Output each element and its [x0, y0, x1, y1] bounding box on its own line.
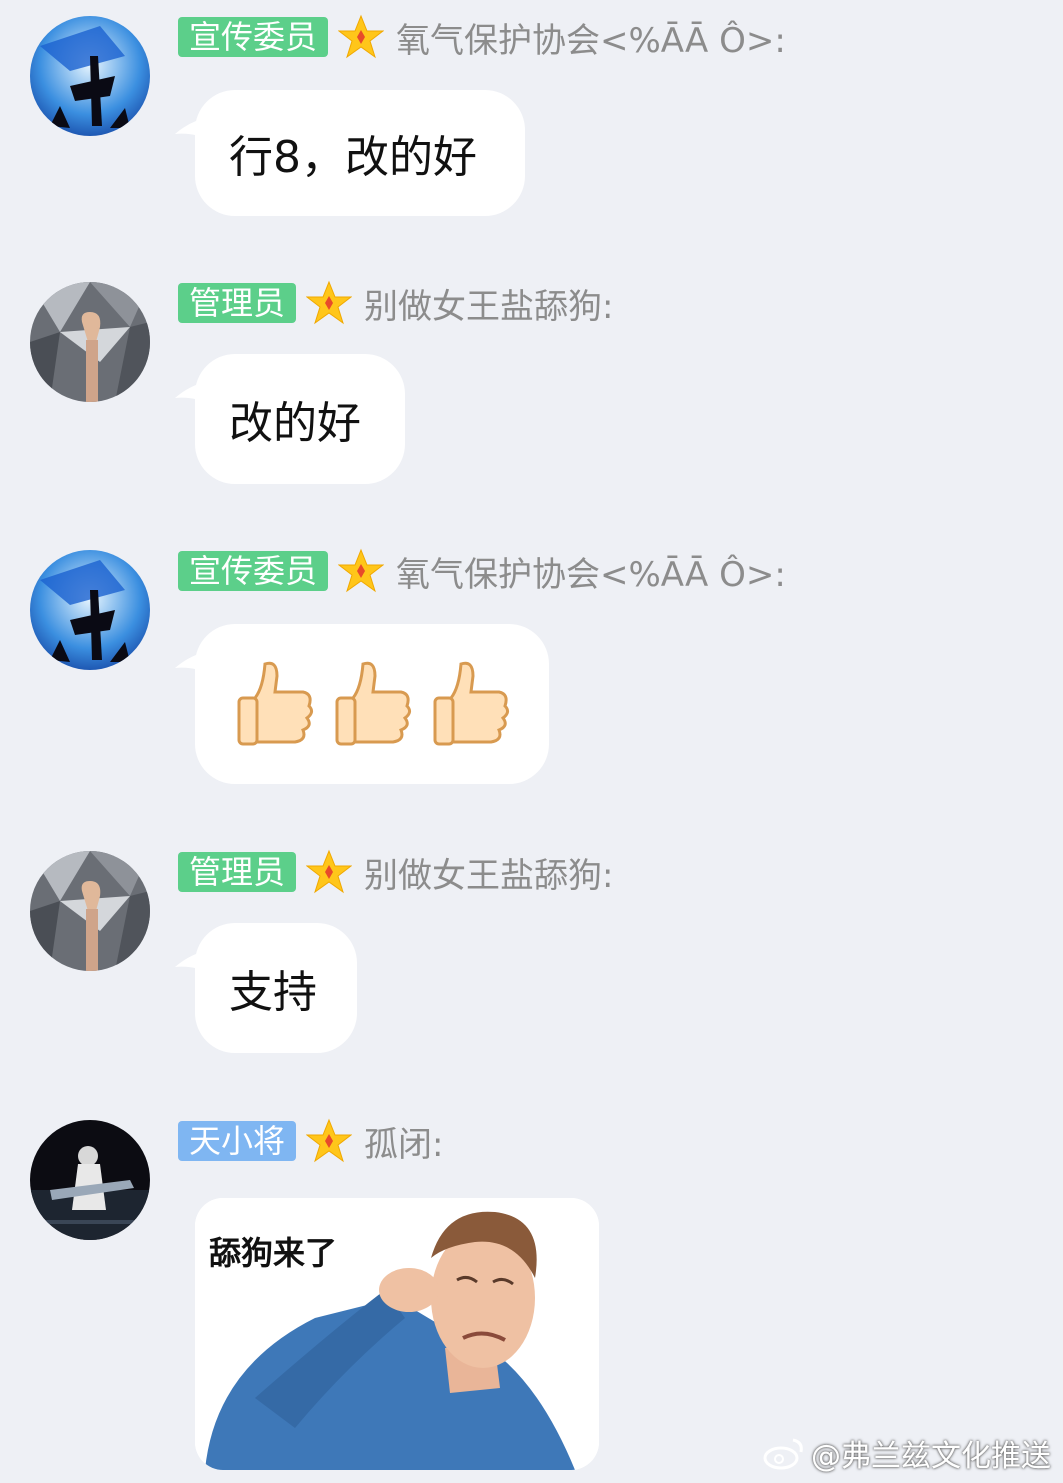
weibo-icon — [763, 1438, 803, 1470]
star-icon — [338, 548, 385, 593]
role-badge: 管理员 — [178, 283, 297, 323]
bubble-tail — [175, 116, 213, 142]
blue-flag-avatar[interactable] — [30, 550, 150, 670]
thumbs-up-icon — [237, 661, 314, 746]
emoji-row — [235, 658, 511, 750]
dark-girl-avatar[interactable] — [30, 1120, 150, 1240]
message-header: 宣传委员 氧气保护协会<%ĀĀ Ô>: — [178, 13, 786, 62]
message-bubble[interactable]: 支持 — [175, 923, 357, 1053]
bubble-tail — [175, 380, 213, 406]
weibo-watermark: @弗兰兹文化推送 — [763, 1431, 1051, 1475]
fist-avatar[interactable] — [30, 282, 150, 402]
message-bubble[interactable] — [175, 624, 549, 784]
role-badge: 宣传委员 — [178, 17, 329, 57]
watermark-text: @弗兰兹文化推送 — [811, 1439, 1051, 1474]
blue-flag-avatar[interactable] — [30, 16, 150, 136]
message-header: 宣传委员 氧气保护协会<%ĀĀ Ô>: — [178, 547, 786, 596]
sender-name[interactable]: 孤闭: — [364, 1117, 443, 1166]
message-text: 行8，改的好 — [229, 132, 477, 183]
role-badge: 宣传委员 — [178, 551, 329, 591]
message-header: 天小将 孤闭: — [178, 1117, 443, 1166]
star-icon — [306, 1118, 353, 1163]
sender-name[interactable]: 氧气保护协会<%ĀĀ Ô>: — [396, 13, 786, 62]
thumbs-up-icon — [335, 661, 412, 746]
thumbs-up-icon — [433, 661, 510, 746]
bubble-tail — [175, 650, 213, 676]
star-icon — [306, 849, 353, 894]
sender-name[interactable]: 别做女王盐舔狗: — [364, 848, 613, 897]
message-text: 支持 — [229, 967, 317, 1018]
message-header: 管理员 别做女王盐舔狗: — [178, 279, 613, 328]
sticker-image[interactable]: 舔狗来了 — [195, 1198, 599, 1470]
title-badge: 天小将 — [178, 1121, 297, 1161]
message-header: 管理员 别做女王盐舔狗: — [178, 848, 613, 897]
star-icon — [338, 14, 385, 59]
fist-avatar[interactable] — [30, 851, 150, 971]
star-icon — [306, 280, 353, 325]
message-bubble[interactable]: 改的好 — [175, 354, 405, 484]
bubble-tail — [175, 949, 213, 975]
role-badge: 管理员 — [178, 852, 297, 892]
sticker-caption: 舔狗来了 — [209, 1234, 338, 1272]
sender-name[interactable]: 氧气保护协会<%ĀĀ Ô>: — [396, 547, 786, 596]
sender-name[interactable]: 别做女王盐舔狗: — [364, 279, 613, 328]
message-bubble[interactable]: 行8，改的好 — [175, 90, 525, 216]
message-text: 改的好 — [229, 398, 361, 449]
